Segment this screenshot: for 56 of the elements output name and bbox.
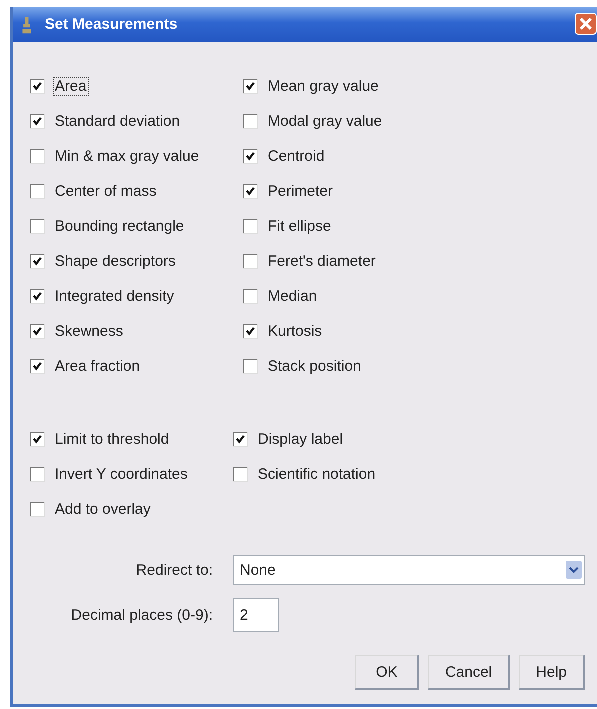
checkbox-label[interactable]: Bounding rectangle <box>53 217 186 236</box>
checkbox-label[interactable]: Fit ellipse <box>266 217 334 236</box>
checkbox-label[interactable]: Skewness <box>53 322 126 341</box>
checkbox[interactable] <box>243 254 258 269</box>
checkbox-label[interactable]: Min & max gray value <box>53 147 202 166</box>
checkbox[interactable] <box>30 184 45 199</box>
checkbox-label[interactable]: Integrated density <box>53 287 176 306</box>
help-button[interactable]: Help <box>519 655 585 690</box>
checkbox[interactable] <box>243 79 258 94</box>
checkbox[interactable] <box>30 79 45 94</box>
checkbox[interactable] <box>243 219 258 234</box>
checkbox[interactable] <box>243 114 258 129</box>
checkbox[interactable] <box>243 184 258 199</box>
checkbox-label[interactable]: Stack position <box>266 357 364 376</box>
checkbox[interactable] <box>233 467 248 482</box>
checkbox-label[interactable]: Centroid <box>266 147 327 166</box>
checkbox-label[interactable]: Scientific notation <box>256 465 378 484</box>
cancel-button[interactable]: Cancel <box>428 655 510 690</box>
checkbox[interactable] <box>233 432 248 447</box>
checkbox-label[interactable]: Shape descriptors <box>53 252 178 271</box>
checkbox[interactable] <box>30 467 45 482</box>
decimal-places-label: Decimal places (0-9): <box>70 606 213 624</box>
checkbox-label[interactable]: Mean gray value <box>266 77 381 96</box>
checkbox[interactable] <box>30 432 45 447</box>
checkbox[interactable] <box>30 324 45 339</box>
checkbox[interactable] <box>30 149 45 164</box>
checkbox-label[interactable]: Add to overlay <box>53 500 153 519</box>
checkbox[interactable] <box>30 114 45 129</box>
checkbox-label[interactable]: Median <box>266 287 320 306</box>
checkbox[interactable] <box>30 502 45 517</box>
ok-button[interactable]: OK <box>355 655 420 690</box>
checkbox[interactable] <box>30 219 45 234</box>
checkbox[interactable] <box>243 289 258 304</box>
window-title: Set Measurements <box>45 16 178 33</box>
checkbox-label[interactable]: Center of mass <box>53 182 159 201</box>
checkbox[interactable] <box>243 324 258 339</box>
close-icon[interactable] <box>575 13 597 35</box>
checkbox[interactable] <box>243 359 258 374</box>
checkbox[interactable] <box>243 149 258 164</box>
redirect-dropdown[interactable]: None <box>233 555 585 585</box>
redirect-label: Redirect to: <box>135 562 213 578</box>
checkbox[interactable] <box>30 254 45 269</box>
checkbox-label[interactable]: Modal gray value <box>266 112 384 131</box>
checkbox-label[interactable]: Feret's diameter <box>266 252 378 271</box>
checkbox-label[interactable]: Limit to threshold <box>53 430 172 449</box>
microscope-icon <box>21 14 33 34</box>
decimal-places-field[interactable]: 2 <box>233 598 279 632</box>
checkbox-label[interactable]: Display label <box>256 430 346 449</box>
checkbox-label[interactable]: Kurtosis <box>266 322 324 341</box>
checkbox-label[interactable]: Standard deviation <box>53 112 182 131</box>
checkbox[interactable] <box>30 289 45 304</box>
checkbox-label[interactable]: Invert Y coordinates <box>53 465 190 484</box>
checkbox-label[interactable]: Perimeter <box>266 182 336 201</box>
checkbox-label[interactable]: Area <box>53 77 89 96</box>
checkbox-label[interactable]: Area fraction <box>53 357 142 376</box>
checkbox[interactable] <box>30 359 45 374</box>
